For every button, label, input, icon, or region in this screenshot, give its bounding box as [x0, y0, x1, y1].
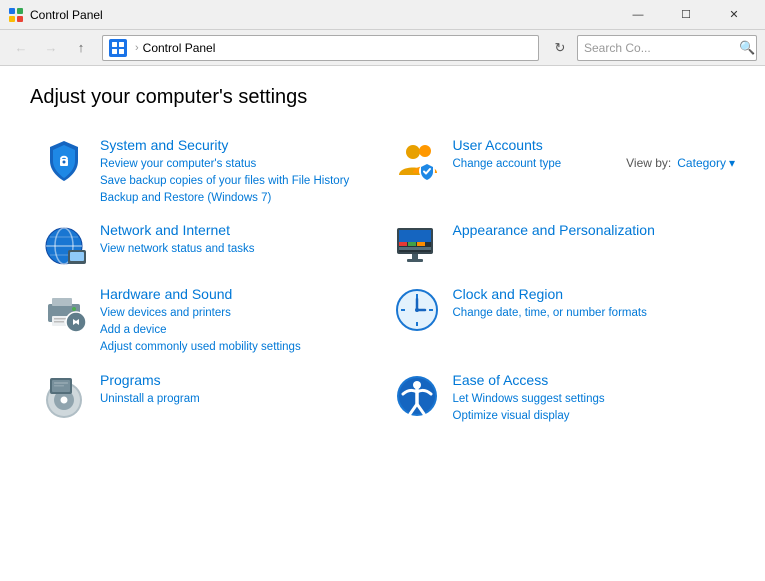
clock-region-icon	[393, 286, 441, 334]
ease-of-access-content: Ease of Access Let Windows suggest setti…	[453, 372, 726, 424]
ease-of-access-title[interactable]: Ease of Access	[453, 372, 726, 388]
system-security-links: Review your computer's status Save backu…	[100, 156, 373, 206]
nav-bar: ← → ↑ › Control Panel ↻ 🔍	[0, 30, 765, 66]
view-by-control: View by: Category ▾	[626, 156, 735, 170]
appearance-icon	[393, 222, 441, 270]
clock-region-links: Change date, time, or number formats	[453, 305, 726, 321]
chevron-down-icon: ▾	[729, 156, 735, 170]
title-bar: Control Panel — ☐ ✕	[0, 0, 765, 30]
system-security-link-2[interactable]: Backup and Restore (Windows 7)	[100, 190, 373, 206]
ease-of-access-links: Let Windows suggest settings Optimize vi…	[453, 391, 726, 424]
up-button[interactable]: ↑	[68, 35, 94, 61]
forward-button[interactable]: →	[38, 35, 64, 61]
system-security-link-0[interactable]: Review your computer's status	[100, 156, 373, 172]
hardware-sound-links: View devices and printers Add a device A…	[100, 305, 373, 355]
hardware-sound-link-0[interactable]: View devices and printers	[100, 305, 373, 321]
address-separator: ›	[135, 42, 139, 54]
ease-of-access-icon	[393, 372, 441, 420]
back-button[interactable]: ←	[8, 35, 34, 61]
network-internet-title[interactable]: Network and Internet	[100, 222, 373, 238]
view-by-label: View by:	[626, 156, 671, 170]
view-by-value-text: Category	[677, 156, 726, 170]
system-security-title[interactable]: System and Security	[100, 137, 373, 153]
network-internet-icon	[40, 222, 88, 270]
hardware-sound-link-2[interactable]: Adjust commonly used mobility settings	[100, 339, 373, 355]
content-area: Adjust your computer's settings View by:…	[0, 66, 765, 452]
category-item-programs: Programs Uninstall a program	[30, 364, 383, 432]
minimize-button[interactable]: —	[615, 0, 661, 30]
network-internet-links: View network status and tasks	[100, 241, 373, 257]
close-button[interactable]: ✕	[711, 0, 757, 30]
category-item-system-security: System and Security Review your computer…	[30, 129, 383, 214]
categories-grid: System and Security Review your computer…	[30, 129, 735, 432]
maximize-button[interactable]: ☐	[663, 0, 709, 30]
hardware-sound-link-1[interactable]: Add a device	[100, 322, 373, 338]
programs-content: Programs Uninstall a program	[100, 372, 373, 407]
page-title: Adjust your computer's settings	[30, 86, 735, 109]
clock-region-content: Clock and Region Change date, time, or n…	[453, 286, 726, 321]
system-security-link-1[interactable]: Save backup copies of your files with Fi…	[100, 173, 373, 189]
category-item-network-internet: Network and Internet View network status…	[30, 214, 383, 278]
search-icon: 🔍	[739, 40, 755, 56]
ease-of-access-link-0[interactable]: Let Windows suggest settings	[453, 391, 726, 407]
programs-links: Uninstall a program	[100, 391, 373, 407]
main-area: Adjust your computer's settings View by:…	[0, 66, 765, 452]
clock-region-link-0[interactable]: Change date, time, or number formats	[453, 305, 726, 321]
programs-link-0[interactable]: Uninstall a program	[100, 391, 373, 407]
title-bar-controls: — ☐ ✕	[615, 0, 757, 30]
category-item-appearance: Appearance and Personalization	[383, 214, 736, 278]
system-security-icon	[40, 137, 88, 185]
address-text: Control Panel	[143, 41, 532, 55]
clock-region-title[interactable]: Clock and Region	[453, 286, 726, 302]
programs-icon	[40, 372, 88, 420]
appearance-content: Appearance and Personalization	[453, 222, 726, 241]
system-security-content: System and Security Review your computer…	[100, 137, 373, 206]
search-box[interactable]: 🔍	[577, 35, 757, 61]
category-item-clock-region: Clock and Region Change date, time, or n…	[383, 278, 736, 363]
user-accounts-title[interactable]: User Accounts	[453, 137, 726, 153]
category-item-user-accounts: User Accounts Change account type	[383, 129, 736, 214]
hardware-sound-title[interactable]: Hardware and Sound	[100, 286, 373, 302]
category-item-ease-of-access: Ease of Access Let Windows suggest setti…	[383, 364, 736, 432]
hardware-sound-icon	[40, 286, 88, 334]
view-by-dropdown[interactable]: Category ▾	[677, 156, 735, 170]
programs-title[interactable]: Programs	[100, 372, 373, 388]
address-bar-icon	[109, 39, 127, 57]
network-internet-content: Network and Internet View network status…	[100, 222, 373, 257]
title-bar-icon	[8, 7, 24, 23]
refresh-button[interactable]: ↻	[547, 35, 573, 61]
search-input[interactable]	[584, 41, 739, 55]
user-accounts-icon	[393, 137, 441, 185]
hardware-sound-content: Hardware and Sound View devices and prin…	[100, 286, 373, 355]
title-bar-text: Control Panel	[30, 8, 615, 22]
ease-of-access-link-1[interactable]: Optimize visual display	[453, 408, 726, 424]
address-bar[interactable]: › Control Panel	[102, 35, 539, 61]
appearance-title[interactable]: Appearance and Personalization	[453, 222, 726, 238]
network-internet-link-0[interactable]: View network status and tasks	[100, 241, 373, 257]
category-item-hardware-sound: Hardware and Sound View devices and prin…	[30, 278, 383, 363]
